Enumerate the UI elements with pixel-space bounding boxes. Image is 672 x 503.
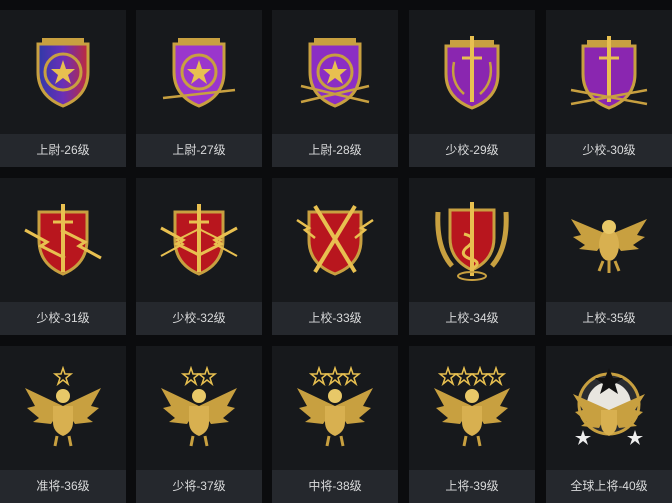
shield-crossed-swords-red-icon: [296, 204, 374, 276]
badge-card[interactable]: 少校-32级: [136, 178, 262, 335]
eagle-four-stars-icon: [434, 366, 510, 447]
badge-card[interactable]: 上校-35级: [546, 178, 672, 335]
badge-image: [0, 346, 126, 470]
badge-image: [0, 10, 126, 134]
badge-card[interactable]: 准将-36级: [0, 346, 126, 503]
badge-card[interactable]: 上尉-28级: [272, 10, 398, 167]
badge-card[interactable]: 上校-33级: [272, 178, 398, 335]
badge-label: 上将-39级: [409, 470, 535, 503]
badge-image: [546, 178, 672, 302]
badge-card[interactable]: 少校-30级: [546, 10, 672, 167]
shield-star-purple-blue-icon: [36, 38, 90, 108]
eagle-two-stars-icon: [161, 366, 237, 447]
badge-card[interactable]: 上尉-26级: [0, 10, 126, 167]
badge-card[interactable]: 上校-34级: [409, 178, 535, 335]
badge-label: 上校-33级: [272, 302, 398, 335]
shield-sword-red-lightning-double-icon: [160, 204, 238, 276]
shield-sword-purple-icon: [444, 36, 500, 110]
badge-card[interactable]: 少校-29级: [409, 10, 535, 167]
badge-image: [409, 10, 535, 134]
eagle-three-stars-icon: [297, 366, 373, 447]
badge-label: 全球上将-40级: [546, 470, 672, 503]
badge-label: 中将-38级: [272, 470, 398, 503]
badge-label: 少校-32级: [136, 302, 262, 335]
badge-card[interactable]: 少校-31级: [0, 178, 126, 335]
badge-image: [272, 346, 398, 470]
badge-card[interactable]: 中将-38级: [272, 346, 398, 503]
badge-image: [0, 178, 126, 302]
badge-image: [546, 346, 672, 470]
rank-badge-grid: 上尉-26级 上尉-27级 上尉-28级 少校-29级 少校-30级 少校-31…: [0, 0, 672, 503]
badge-label: 少校-31级: [0, 302, 126, 335]
badge-image: [272, 10, 398, 134]
badge-card[interactable]: 全球上将-40级: [546, 346, 672, 503]
badge-card[interactable]: 上将-39级: [409, 346, 535, 503]
badge-label: 上校-34级: [409, 302, 535, 335]
badge-image: [136, 10, 262, 134]
badge-image: [409, 346, 535, 470]
eagle-one-star-icon: [25, 366, 101, 447]
badge-label: 上尉-27级: [136, 134, 262, 167]
badge-image: [136, 346, 262, 470]
shield-sword-purple-arrows-icon: [570, 36, 648, 110]
badge-image: [409, 178, 535, 302]
badge-label: 上校-35级: [546, 302, 672, 335]
shield-sword-snake-wings-icon: [435, 202, 509, 281]
badge-label: 上尉-26级: [0, 134, 126, 167]
shield-sword-red-lightning-icon: [24, 204, 102, 276]
badge-card[interactable]: 少将-37级: [136, 346, 262, 503]
badge-label: 少校-30级: [546, 134, 672, 167]
badge-image: [136, 178, 262, 302]
badge-image: [272, 178, 398, 302]
badge-card[interactable]: 上尉-27级: [136, 10, 262, 167]
badge-label: 少将-37级: [136, 470, 262, 503]
badge-label: 少校-29级: [409, 134, 535, 167]
eagle-globe-stars-icon: [573, 368, 645, 445]
shield-star-purple-arrows-icon: [300, 38, 370, 108]
badge-label: 准将-36级: [0, 470, 126, 503]
shield-star-purple-arrow-icon: [162, 38, 236, 108]
golden-eagle-icon: [571, 219, 647, 273]
badge-label: 上尉-28级: [272, 134, 398, 167]
badge-image: [546, 10, 672, 134]
